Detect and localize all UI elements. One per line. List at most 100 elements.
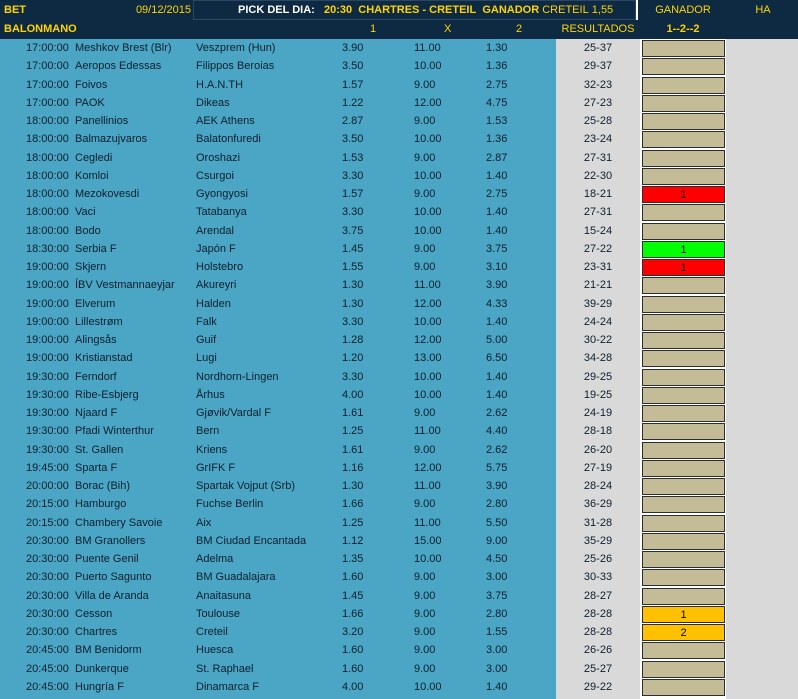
odds-home: 3.90 (342, 42, 364, 54)
result-cell: 30-22 (583, 334, 613, 346)
home-team: Aeropos Edessas (75, 60, 162, 73)
pick-code-cell (642, 514, 725, 532)
away-team: Aix (196, 516, 212, 529)
match-row: 19:00:00 ÍBV Vestmannaeyjar Akureyri 1.30 11… (0, 276, 798, 295)
match-time: 20:00:00 (26, 480, 69, 492)
odds-home: 1.30 (342, 297, 364, 310)
result-cell: 30-33 (583, 571, 613, 584)
match-time: 19:30:00 (26, 388, 69, 401)
away-team: Veszprem (Hun) (196, 42, 276, 54)
result-cell: 23-24 (583, 133, 613, 146)
match-time: 19:30:00 (26, 425, 69, 438)
away-team: Falk (196, 315, 217, 328)
odds-away: 3.10 (486, 261, 508, 273)
result-cell: 19-25 (583, 388, 613, 401)
odds-draw: 9.00 (414, 589, 436, 602)
result-cell: 28-28 (583, 607, 613, 620)
odds-home: 1.25 (342, 425, 364, 438)
odds-away: 3.00 (486, 662, 508, 675)
match-time: 19:00:00 (26, 279, 69, 292)
odds-draw: 12.00 (414, 334, 442, 346)
odds-draw: 9.00 (414, 151, 436, 164)
result-cell: 25-27 (583, 662, 613, 675)
home-team: Lillestrøm (75, 315, 123, 328)
odds-home: 1.61 (342, 407, 364, 419)
odds-home: 1.45 (342, 589, 364, 602)
match-time: 18:00:00 (26, 133, 69, 146)
pick-code-cell (642, 58, 725, 76)
odds-away: 3.00 (486, 644, 508, 657)
away-team: Toulouse (196, 607, 241, 620)
away-team: Nordhorn-Lingen (196, 370, 279, 383)
result-cell: 29-22 (583, 680, 613, 693)
match-row: 18:00:00 Balmazujvaros Balatonfuredi 3.50 10… (0, 130, 798, 149)
away-team: Lugi (196, 352, 217, 365)
odds-home: 2.87 (342, 115, 364, 127)
column-header-x: X (444, 23, 452, 35)
result-cell: 23-31 (583, 261, 613, 273)
match-row: 19:30:00 Njaard F Gjøvik/Vardal F 1.61 9.00 2… (0, 404, 798, 422)
pick-code-cell (642, 642, 725, 660)
away-team: GrIFK F (196, 461, 236, 474)
home-team: Puerto Sagunto (75, 571, 152, 584)
odds-away: 3.90 (486, 480, 508, 492)
match-rows: 17:00:00 Meshkov Brest (Blr) Veszprem (Hun… (0, 39, 798, 696)
odds-draw: 9.00 (414, 571, 436, 584)
match-row: 20:15:00 Chambery Savoie Aix 1.25 11.00 5.50 3… (0, 514, 798, 532)
result-cell: 24-19 (583, 407, 613, 419)
odds-away: 3.90 (486, 279, 508, 292)
match-time: 20:30:00 (26, 589, 69, 602)
home-team: Mezokovesdi (75, 188, 140, 200)
odds-home: 1.12 (342, 534, 364, 547)
odds-home: 4.00 (342, 388, 364, 401)
odds-home: 1.66 (342, 607, 364, 620)
match-time: 18:00:00 (26, 151, 69, 164)
odds-home: 1.45 (342, 242, 364, 255)
odds-away: 1.53 (486, 115, 508, 127)
away-team: Spartak Vojput (Srb) (196, 480, 296, 492)
away-team: Dikeas (196, 96, 230, 109)
pick-code-cell (642, 423, 725, 441)
pick-code-cell (642, 350, 725, 368)
pick-code-cell: 2 (642, 624, 725, 641)
pick-code-cell (642, 496, 725, 514)
column-header-resultados: RESULTADOS (556, 20, 640, 39)
pick-code-cell (642, 368, 725, 386)
odds-away: 4.40 (486, 425, 508, 438)
away-team: Akureyri (196, 279, 237, 292)
match-time: 19:00:00 (26, 352, 69, 365)
result-cell: 26-26 (583, 644, 613, 657)
match-row: 17:00:00 Meshkov Brest (Blr) Veszprem (Hun… (0, 39, 798, 57)
pick-del-dia-banner: PICK DEL DIA: 20:30 CHARTRES - CRETEIL G… (193, 0, 636, 20)
odds-away: 4.50 (486, 553, 508, 565)
match-time: 18:00:00 (26, 169, 69, 182)
odds-home: 1.55 (342, 261, 364, 273)
match-time: 20:30:00 (26, 571, 69, 584)
odds-away: 3.75 (486, 589, 508, 602)
odds-away: 4.75 (486, 96, 508, 109)
pick-code-cell (642, 313, 725, 331)
away-team: St. Raphael (196, 662, 254, 675)
match-row: 18:00:00 Cegledi Oroshazi 1.53 9.00 2.87 27-31 (0, 149, 798, 167)
odds-home: 1.20 (342, 352, 364, 365)
match-row: 19:00:00 Alingsås Guif 1.28 12.00 5.00 30-22 (0, 331, 798, 349)
match-time: 17:00:00 (26, 96, 69, 109)
odds-away: 5.75 (486, 461, 508, 474)
column-header-2: 2 (516, 23, 523, 35)
match-row: 19:30:00 Ribe-Esbjerg Århus 4.00 10.00 1.40 19… (0, 386, 798, 404)
odds-draw: 9.00 (414, 261, 436, 273)
home-team: St. Gallen (75, 443, 124, 456)
result-cell: 24-24 (583, 315, 613, 328)
match-time: 19:30:00 (26, 407, 69, 419)
home-team: Foivos (75, 78, 108, 91)
odds-home: 1.60 (342, 644, 364, 657)
pick-code-cell (642, 678, 725, 696)
pick-code-cell: 1 (642, 605, 725, 623)
result-cell: 28-27 (583, 589, 613, 602)
match-row: 18:00:00 Bodo Arendal 3.75 10.00 1.40 15-24 (0, 222, 798, 240)
match-row: 18:00:00 Panellinios AEK Athens 2.87 9.00 1.5… (0, 112, 798, 130)
away-team: Fuchse Berlin (196, 498, 264, 511)
match-row: 20:45:00 Hungría F Dinamarca F 4.00 10.00 1.4… (0, 678, 798, 696)
home-team: Komloi (75, 169, 109, 182)
odds-home: 3.50 (342, 60, 364, 73)
